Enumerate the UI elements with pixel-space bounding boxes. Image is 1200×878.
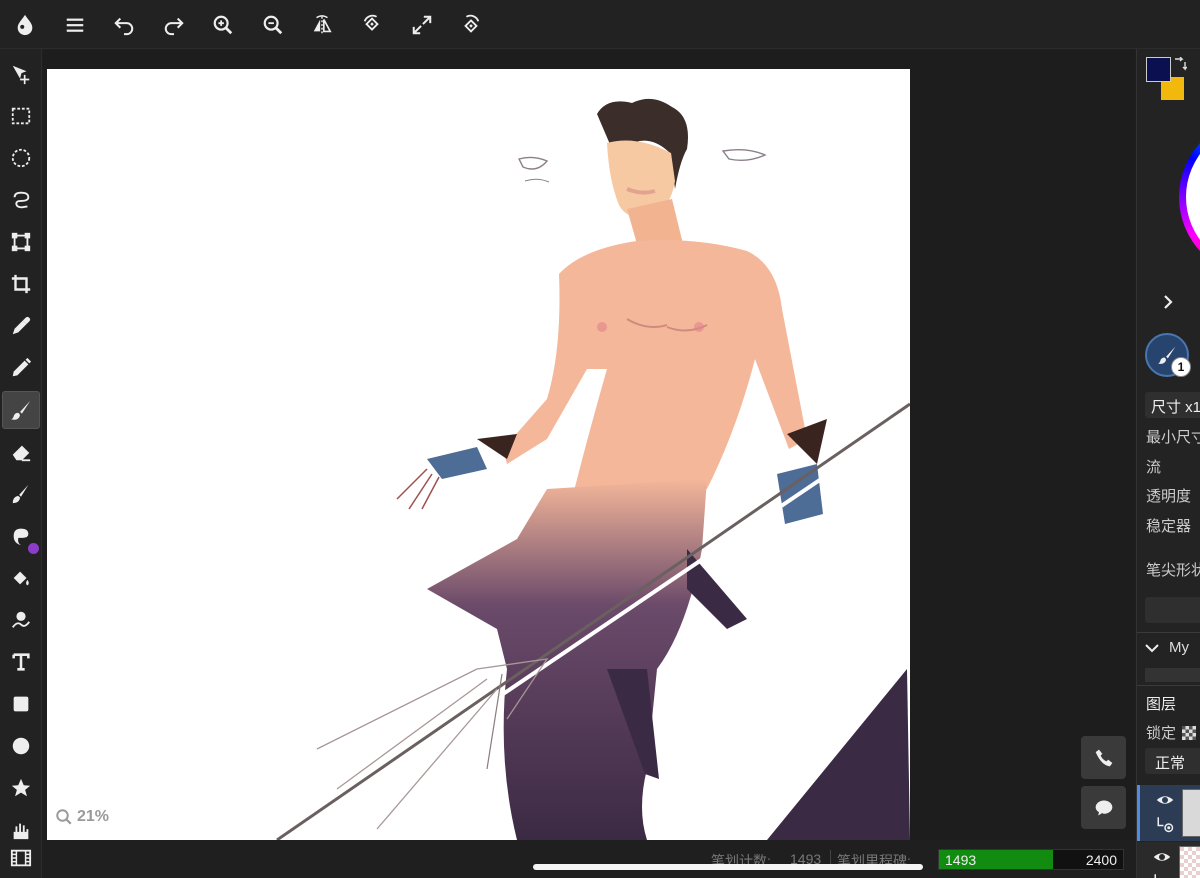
brush-count-badge: 1 [1171, 357, 1191, 377]
tip-shape-field[interactable] [1145, 597, 1200, 623]
chevron-right-icon[interactable] [1161, 295, 1175, 309]
ellipse-select-icon[interactable] [2, 139, 40, 177]
menu-icon[interactable] [59, 9, 91, 41]
move-tool-icon[interactable] [2, 55, 40, 93]
phone-button[interactable] [1081, 736, 1126, 779]
crop-icon[interactable] [2, 265, 40, 303]
tip-shape-label: 笔尖形状 [1146, 562, 1200, 579]
right-panel: 1 尺寸 x1 最小尺寸 流 透明度 稳定器 笔尖形状 My 图层 锁定 正常 [1136, 49, 1200, 878]
blend-mode-value: 正常 [1155, 755, 1186, 772]
zoom-percent: 21% [77, 808, 110, 825]
progress-value: 1493 [945, 852, 977, 868]
drawing-canvas[interactable] [47, 69, 910, 840]
layer-options-icon[interactable] [1156, 815, 1174, 833]
star-icon[interactable] [2, 769, 40, 807]
foreground-color-swatch[interactable] [1146, 57, 1171, 82]
magic-wand-icon[interactable] [2, 601, 40, 639]
flow-label: 流 [1146, 459, 1162, 476]
progress-max: 2400 [1085, 852, 1117, 868]
stabilizer-label: 稳定器 [1146, 518, 1192, 535]
flip-icon[interactable] [306, 9, 338, 41]
brush-group-header[interactable]: My [1145, 639, 1189, 656]
brush-icon[interactable] [2, 391, 40, 429]
zoom-out-icon[interactable] [257, 9, 289, 41]
rect-select-icon[interactable] [2, 97, 40, 135]
stroke-milestone-progress: 1493 2400 [938, 849, 1124, 870]
eye-icon[interactable] [1156, 791, 1174, 809]
active-color-dot [28, 543, 39, 554]
brush-group-name: My [1169, 639, 1189, 656]
lock-row: 锁定 [1146, 722, 1197, 743]
layers-title: 图层 [1146, 696, 1177, 713]
zoom-indicator[interactable]: 21% [55, 808, 109, 826]
lock-label: 锁定 [1146, 725, 1177, 742]
layer-thumbnail [1182, 789, 1200, 837]
circle-icon[interactable] [2, 727, 40, 765]
chevron-down-icon [1145, 643, 1159, 652]
chat-button[interactable] [1081, 786, 1126, 829]
panel-divider [1137, 632, 1200, 633]
workspace [43, 50, 1135, 840]
app-root: 21% 笔划计数: 1493 笔划里程碑: 1493 2400 1 尺寸 x1 … [0, 0, 1200, 878]
smudge-icon[interactable] [2, 475, 40, 513]
zoom-magnifier-icon [56, 809, 72, 825]
transform-icon[interactable] [2, 223, 40, 261]
film-icon[interactable] [2, 839, 40, 877]
brush-size-field[interactable]: 尺寸 x1 [1145, 392, 1200, 418]
blur-icon[interactable] [2, 517, 40, 555]
min-size-label: 最小尺寸 [1146, 429, 1200, 446]
text-icon[interactable] [2, 643, 40, 681]
status-bar: 笔划计数: 1493 笔划里程碑: 1493 2400 [43, 840, 1135, 878]
left-toolbar [0, 49, 42, 878]
opacity-label: 透明度 [1146, 488, 1192, 505]
rectangle-icon[interactable] [2, 685, 40, 723]
undo-icon[interactable] [108, 9, 140, 41]
zoom-in-icon[interactable] [207, 9, 239, 41]
lasso-select-icon[interactable] [2, 181, 40, 219]
brush-thumbnail-strip[interactable] [1145, 668, 1200, 682]
eyedropper-icon[interactable] [2, 307, 40, 345]
pencil-icon[interactable] [2, 349, 40, 387]
blend-mode-select[interactable]: 正常 [1145, 748, 1200, 774]
redo-icon[interactable] [158, 9, 190, 41]
layer-row[interactable] [1137, 785, 1200, 841]
swap-colors-icon[interactable] [1173, 57, 1187, 71]
artwork-illustration [276, 98, 910, 840]
fit-screen-icon[interactable] [406, 9, 438, 41]
layer-thumbnail [1179, 846, 1200, 878]
lock-alpha-icon[interactable] [1182, 725, 1197, 740]
panel-divider [1137, 685, 1200, 686]
top-toolbar [0, 0, 1200, 49]
fill-bucket-icon[interactable] [2, 559, 40, 597]
layer-options-icon[interactable] [1153, 872, 1171, 878]
home-indicator[interactable] [533, 864, 923, 870]
chat-bubble-icon [1095, 800, 1112, 815]
phone-icon [1095, 749, 1112, 766]
rotate-right-icon[interactable] [455, 9, 487, 41]
layer-row[interactable] [1137, 842, 1200, 878]
app-logo-icon[interactable] [9, 9, 41, 41]
eraser-icon[interactable] [2, 433, 40, 471]
rotate-left-icon[interactable] [356, 9, 388, 41]
eye-icon[interactable] [1153, 848, 1171, 866]
